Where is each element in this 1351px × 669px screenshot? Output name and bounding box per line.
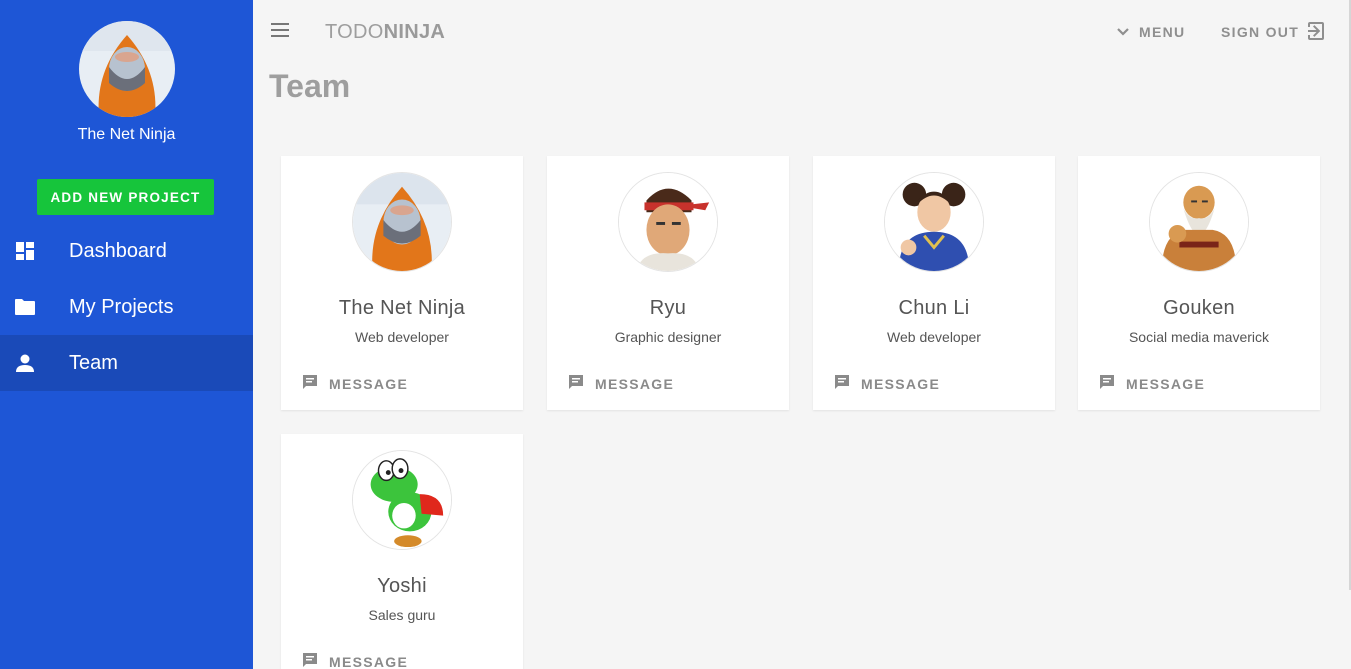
team-member-card: The Net Ninja Web developer MESSAGE	[281, 156, 523, 410]
member-name: Chun Li	[898, 297, 970, 319]
sidebar-item-label: My Projects	[69, 295, 174, 318]
member-name: The Net Ninja	[338, 297, 466, 319]
member-avatar	[352, 172, 452, 272]
message-button[interactable]: MESSAGE	[302, 652, 408, 669]
member-avatar	[884, 172, 984, 272]
sidebar-item-dashboard[interactable]: Dashboard	[0, 223, 253, 279]
menu-dropdown-button[interactable]: MENU	[1116, 21, 1185, 43]
member-role: Web developer	[887, 329, 981, 345]
member-name: Ryu	[649, 297, 687, 319]
sign-out-button[interactable]: SIGN OUT	[1221, 21, 1326, 43]
sidebar-item-label: Team	[69, 351, 118, 374]
member-avatar	[1149, 172, 1249, 272]
member-role: Social media maverick	[1128, 329, 1270, 345]
message-icon	[302, 374, 318, 393]
message-icon	[568, 374, 584, 393]
chevron-down-icon	[1116, 24, 1130, 40]
sign-out-label: SIGN OUT	[1221, 24, 1300, 40]
profile-avatar	[78, 21, 175, 117]
message-button[interactable]: MESSAGE	[1099, 374, 1205, 393]
team-member-card: Ryu Graphic designer MESSAGE	[547, 156, 789, 410]
message-label: MESSAGE	[329, 375, 409, 392]
sidebar-item-my-projects[interactable]: My Projects	[0, 279, 253, 335]
message-button[interactable]: MESSAGE	[834, 374, 940, 393]
folder-icon	[14, 296, 36, 318]
profile-name: The Net Ninja	[77, 126, 176, 143]
message-label: MESSAGE	[595, 375, 675, 392]
message-label: MESSAGE	[329, 653, 409, 669]
person-icon	[14, 352, 36, 374]
menu-label: MENU	[1139, 24, 1186, 40]
member-role: Web developer	[355, 329, 449, 345]
member-avatar	[618, 172, 718, 272]
app-title-light: TODO	[325, 21, 384, 43]
sidebar-item-team[interactable]: Team	[0, 335, 253, 391]
sidebar-nav: Dashboard My Projects Team	[0, 223, 253, 391]
exit-icon	[1306, 21, 1326, 44]
page-title: Team	[269, 68, 351, 104]
message-label: MESSAGE	[1126, 375, 1206, 392]
menu-toggle-icon[interactable]	[270, 22, 292, 42]
toolbar: TODONINJA MENU SIGN OUT	[253, 0, 1351, 64]
app-title: TODONINJA	[325, 21, 445, 44]
sidebar-item-label: Dashboard	[69, 239, 167, 262]
message-icon	[302, 652, 318, 669]
member-role: Sales guru	[368, 607, 436, 623]
add-new-project-button[interactable]: ADD NEW PROJECT	[37, 179, 214, 215]
member-role: Graphic designer	[614, 329, 722, 345]
member-name: Gouken	[1163, 297, 1235, 319]
member-avatar	[352, 450, 452, 550]
message-label: MESSAGE	[861, 375, 941, 392]
team-member-card: Gouken Social media maverick MESSAGE	[1078, 156, 1320, 410]
message-icon	[834, 374, 850, 393]
app-title-bold: NINJA	[383, 21, 446, 43]
dashboard-icon	[14, 240, 36, 262]
team-member-card: Yoshi Sales guru MESSAGE	[281, 434, 523, 669]
sidebar: The Net Ninja ADD NEW PROJECT Dashboard …	[0, 0, 253, 669]
message-icon	[1099, 374, 1115, 393]
message-button[interactable]: MESSAGE	[568, 374, 674, 393]
profile: The Net Ninja	[0, 0, 253, 144]
member-name: Yoshi	[377, 575, 427, 597]
message-button[interactable]: MESSAGE	[302, 374, 408, 393]
team-member-card: Chun Li Web developer MESSAGE	[813, 156, 1055, 410]
